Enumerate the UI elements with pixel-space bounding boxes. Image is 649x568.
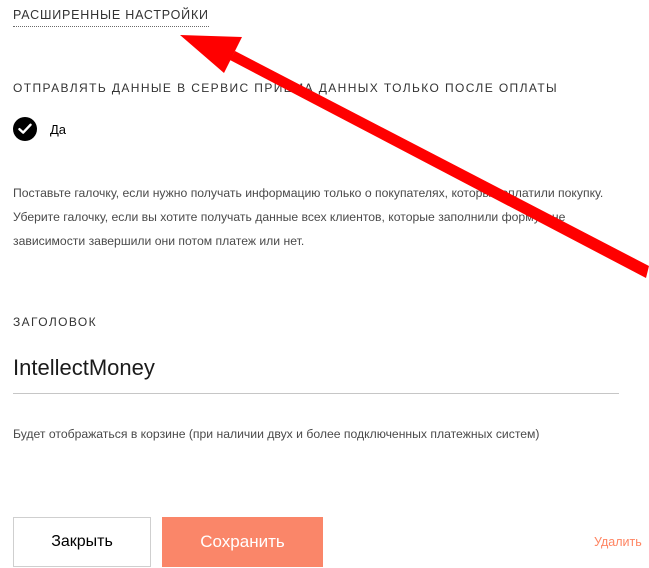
send-after-payment-checkbox-row[interactable]: Да xyxy=(13,117,66,141)
send-after-payment-checkbox[interactable] xyxy=(13,117,37,141)
title-input[interactable] xyxy=(13,343,619,394)
title-field-hint: Будет отображаться в корзине (при наличи… xyxy=(13,427,540,441)
send-after-payment-label: ОТПРАВЛЯТЬ ДАННЫЕ В СЕРВИС ПРИЕМА ДАННЫХ… xyxy=(13,81,559,95)
checkbox-label-yes: Да xyxy=(50,121,67,137)
send-after-payment-hint: Поставьте галочку, если нужно получать и… xyxy=(13,186,604,248)
delete-link[interactable]: Удалить xyxy=(594,535,642,549)
close-button[interactable]: Закрыть xyxy=(13,517,151,567)
advanced-settings-link[interactable]: РАСШИРЕННЫЕ НАСТРОЙКИ xyxy=(13,8,209,27)
title-field-label: ЗАГОЛОВОК xyxy=(13,315,98,329)
save-button[interactable]: Сохранить xyxy=(162,517,323,567)
check-icon xyxy=(18,123,32,134)
